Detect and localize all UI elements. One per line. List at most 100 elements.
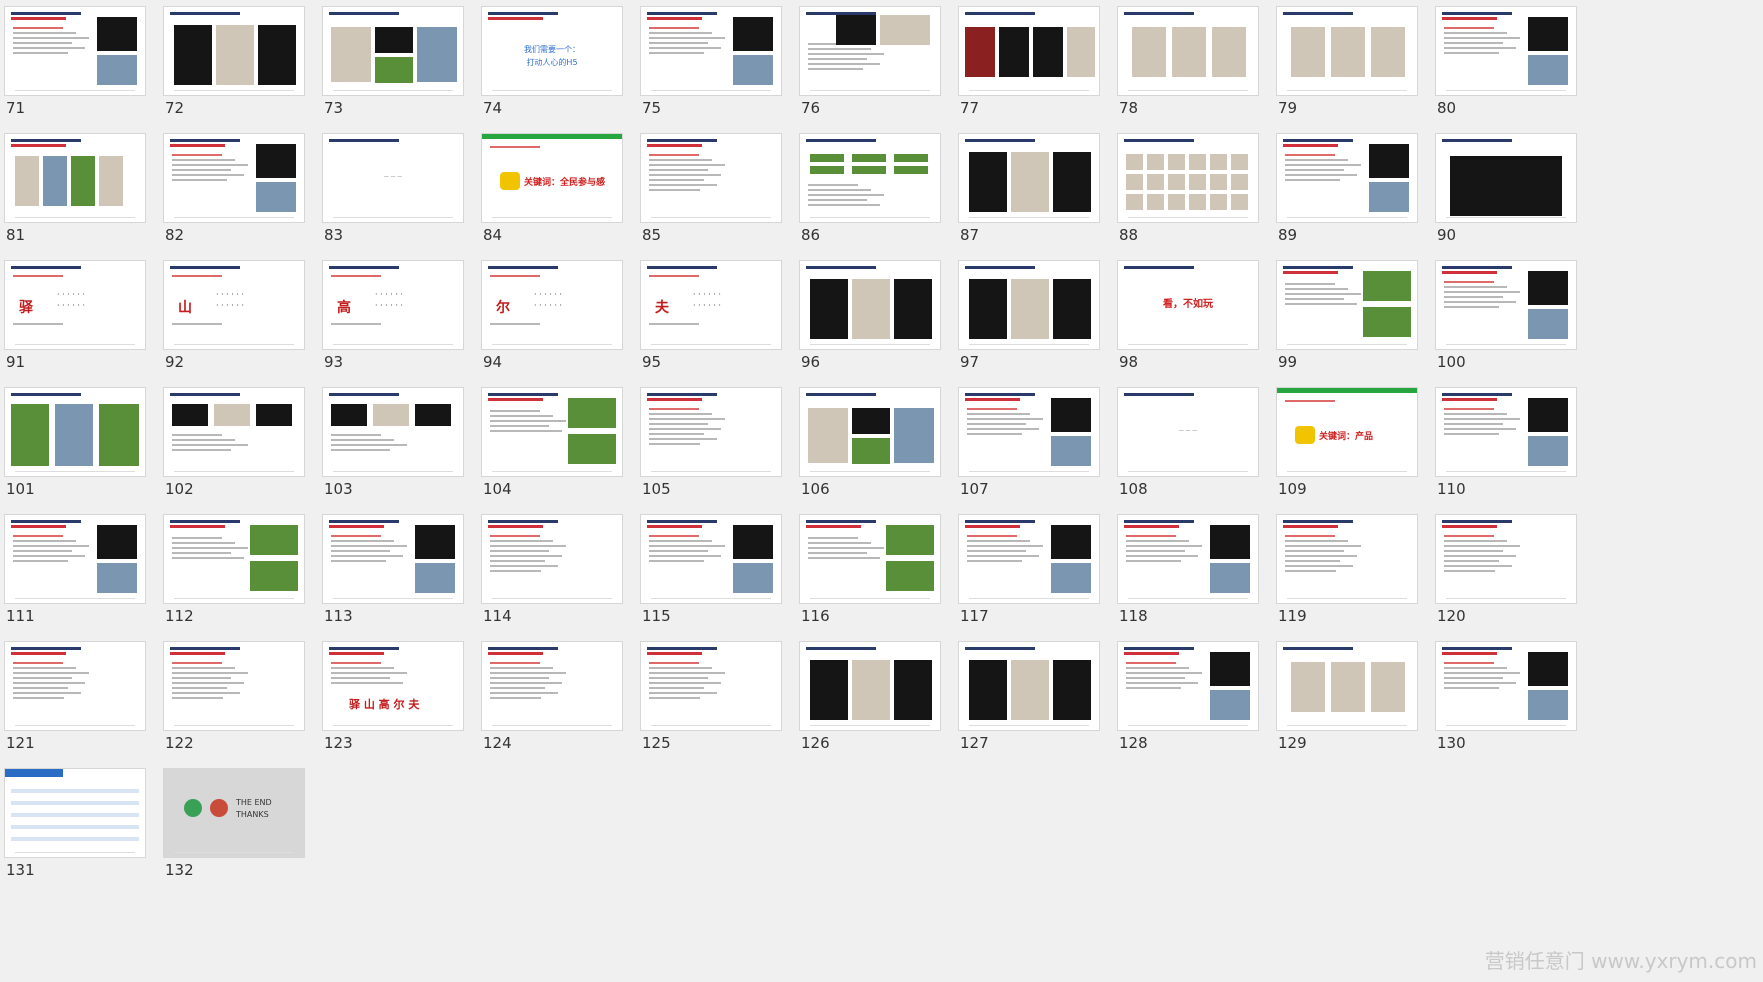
slide-preview[interactable] [4, 768, 146, 858]
slide-preview[interactable] [163, 387, 305, 477]
slide-preview[interactable] [163, 641, 305, 731]
slide-preview[interactable] [1117, 133, 1259, 223]
slide-thumbnail[interactable]: — — — 108 [1113, 381, 1259, 499]
slide-thumbnail[interactable]: 81 [0, 127, 146, 245]
slide-thumbnail[interactable]: 82 [159, 127, 305, 245]
slide-thumbnail[interactable]: 夫 · · · · · · · · · · · · 95 [636, 254, 782, 372]
slide-preview[interactable] [1276, 6, 1418, 96]
slide-preview[interactable] [163, 6, 305, 96]
slide-preview[interactable] [799, 514, 941, 604]
slide-thumbnail[interactable]: 128 [1113, 635, 1259, 753]
slide-preview[interactable] [4, 387, 146, 477]
slide-thumbnail[interactable]: 125 [636, 635, 782, 753]
slide-thumbnail[interactable]: 101 [0, 381, 146, 499]
slide-preview[interactable]: THE END THANKS [163, 768, 305, 858]
slide-thumbnail[interactable]: 113 [318, 508, 464, 626]
slide-thumbnail[interactable]: 80 [1431, 0, 1577, 118]
slide-preview[interactable] [1276, 260, 1418, 350]
slide-thumbnail[interactable]: 103 [318, 381, 464, 499]
slide-thumbnail[interactable]: 73 [318, 0, 464, 118]
slide-thumbnail[interactable]: 79 [1272, 0, 1418, 118]
slide-thumbnail[interactable]: 111 [0, 508, 146, 626]
slide-thumbnail[interactable]: 100 [1431, 254, 1577, 372]
slide-thumbnail[interactable]: 106 [795, 381, 941, 499]
slide-preview[interactable] [640, 514, 782, 604]
slide-preview[interactable] [4, 6, 146, 96]
slide-preview[interactable] [322, 6, 464, 96]
slide-thumbnail[interactable]: 115 [636, 508, 782, 626]
slide-thumbnail[interactable]: 119 [1272, 508, 1418, 626]
slide-preview[interactable] [481, 514, 623, 604]
slide-preview[interactable]: 驿 · · · · · · · · · · · · [4, 260, 146, 350]
slide-thumbnail[interactable]: 120 [1431, 508, 1577, 626]
slide-thumbnail[interactable]: 85 [636, 127, 782, 245]
slide-preview[interactable] [799, 6, 941, 96]
slide-thumbnail[interactable]: 124 [477, 635, 623, 753]
slide-preview[interactable]: 关键词：产品 [1276, 387, 1418, 477]
slide-preview[interactable]: 驿 山 高 尔 夫 [322, 641, 464, 731]
slide-thumbnail[interactable]: 高 · · · · · · · · · · · · 93 [318, 254, 464, 372]
slide-thumbnail[interactable]: 112 [159, 508, 305, 626]
slide-thumbnail[interactable]: 关键词：全民参与感 84 [477, 127, 623, 245]
slide-thumbnail[interactable]: 76 [795, 0, 941, 118]
slide-thumbnail[interactable]: 驿 山 高 尔 夫 123 [318, 635, 464, 753]
slide-thumbnail[interactable]: 116 [795, 508, 941, 626]
slide-preview[interactable]: — — — [322, 133, 464, 223]
slide-preview[interactable] [4, 514, 146, 604]
slide-preview[interactable] [958, 6, 1100, 96]
slide-thumbnail[interactable]: 105 [636, 381, 782, 499]
slide-thumbnail[interactable]: THE END THANKS 132 [159, 762, 305, 880]
slide-preview[interactable] [481, 387, 623, 477]
slide-preview[interactable] [163, 133, 305, 223]
slide-preview[interactable] [322, 514, 464, 604]
slide-preview[interactable] [1117, 641, 1259, 731]
slide-thumbnail[interactable]: 我们需要一个： 打动人心的H5 74 [477, 0, 623, 118]
slide-preview[interactable] [640, 641, 782, 731]
slide-preview[interactable]: — — — [1117, 387, 1259, 477]
slide-preview[interactable] [1435, 641, 1577, 731]
slide-preview[interactable]: 关键词：全民参与感 [481, 133, 623, 223]
slide-preview[interactable] [1435, 133, 1577, 223]
slide-preview[interactable] [322, 387, 464, 477]
slide-thumbnail[interactable]: 131 [0, 762, 146, 880]
slide-preview[interactable] [640, 133, 782, 223]
slide-thumbnail[interactable]: 78 [1113, 0, 1259, 118]
slide-thumbnail[interactable]: 118 [1113, 508, 1259, 626]
slide-preview[interactable] [1435, 6, 1577, 96]
slide-thumbnail[interactable]: 山 · · · · · · · · · · · · 92 [159, 254, 305, 372]
slide-preview[interactable]: 看，不如玩 [1117, 260, 1259, 350]
slide-thumbnail[interactable]: 关键词：产品 109 [1272, 381, 1418, 499]
slide-thumbnail[interactable]: 71 [0, 0, 146, 118]
slide-preview[interactable] [1435, 514, 1577, 604]
slide-preview[interactable]: 山 · · · · · · · · · · · · [163, 260, 305, 350]
slide-thumbnail[interactable]: 87 [954, 127, 1100, 245]
slide-preview[interactable] [799, 133, 941, 223]
slide-thumbnail[interactable]: 104 [477, 381, 623, 499]
slide-preview[interactable] [958, 514, 1100, 604]
slide-thumbnail[interactable]: 尔 · · · · · · · · · · · · 94 [477, 254, 623, 372]
slide-preview[interactable] [1435, 387, 1577, 477]
slide-thumbnail[interactable]: 90 [1431, 127, 1577, 245]
slide-thumbnail[interactable]: 130 [1431, 635, 1577, 753]
slide-thumbnail[interactable]: 127 [954, 635, 1100, 753]
slide-preview[interactable]: 尔 · · · · · · · · · · · · [481, 260, 623, 350]
slide-thumbnail[interactable]: 121 [0, 635, 146, 753]
slide-preview[interactable] [958, 387, 1100, 477]
slide-preview[interactable] [799, 260, 941, 350]
slide-thumbnail[interactable]: 89 [1272, 127, 1418, 245]
slide-preview[interactable] [1117, 6, 1259, 96]
slide-thumbnail[interactable]: — — — 83 [318, 127, 464, 245]
slide-thumbnail[interactable]: 99 [1272, 254, 1418, 372]
slide-thumbnail[interactable]: 75 [636, 0, 782, 118]
slide-thumbnail[interactable]: 122 [159, 635, 305, 753]
slide-preview[interactable] [799, 641, 941, 731]
slide-preview[interactable] [799, 387, 941, 477]
slide-thumbnail[interactable]: 97 [954, 254, 1100, 372]
slide-thumbnail[interactable]: 126 [795, 635, 941, 753]
slide-preview[interactable]: 高 · · · · · · · · · · · · [322, 260, 464, 350]
slide-thumbnail[interactable]: 77 [954, 0, 1100, 118]
slide-preview[interactable] [958, 641, 1100, 731]
slide-preview[interactable] [1276, 514, 1418, 604]
slide-preview[interactable] [163, 514, 305, 604]
slide-thumbnail[interactable]: 102 [159, 381, 305, 499]
